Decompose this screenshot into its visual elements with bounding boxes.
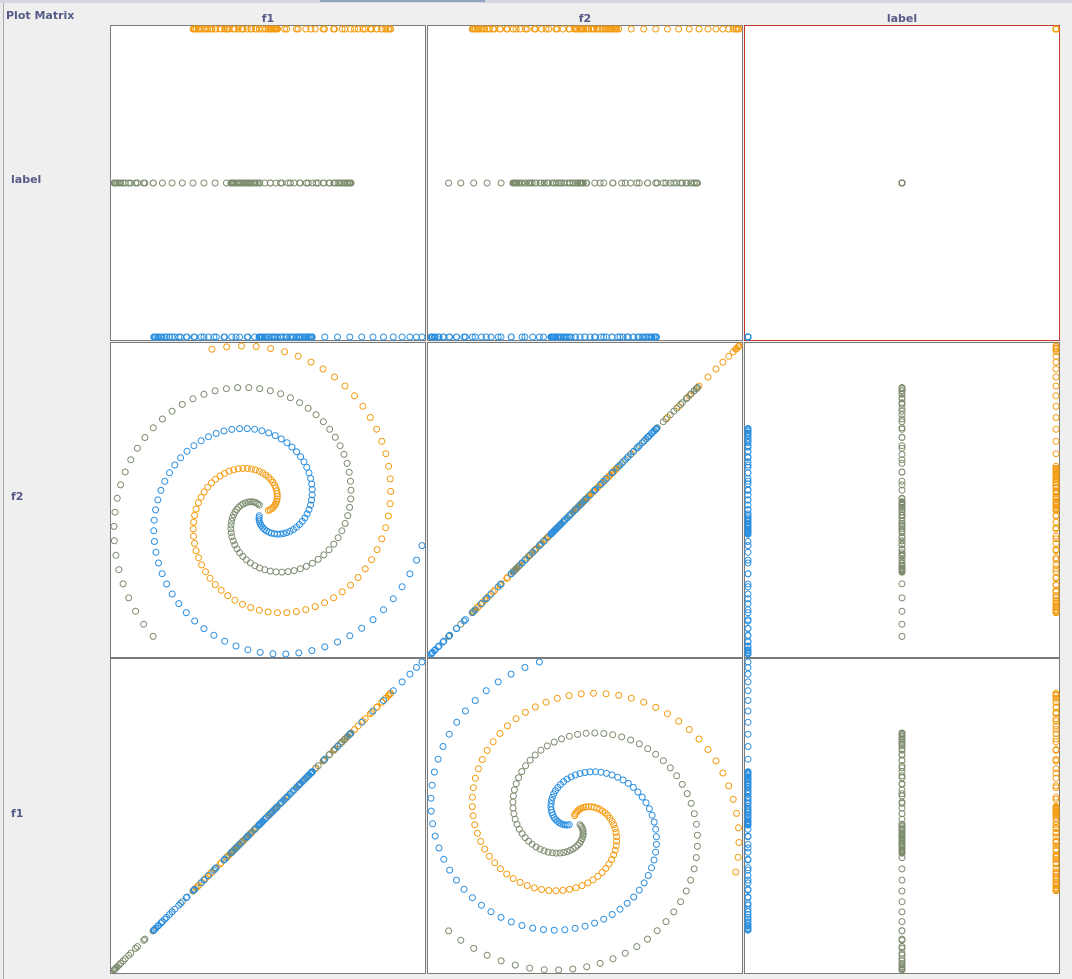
cell-f2-vs-f1[interactable] xyxy=(110,342,426,658)
cell-f1-vs-f2[interactable] xyxy=(427,658,743,974)
cell-frame[interactable] xyxy=(427,658,743,974)
cell-label-vs-f1[interactable] xyxy=(110,25,426,341)
cell-f2-vs-label[interactable] xyxy=(744,342,1060,658)
cell-label-vs-f2[interactable] xyxy=(427,25,743,341)
cell-f1-vs-label[interactable] xyxy=(744,658,1060,974)
scatter-matrix[interactable] xyxy=(0,0,1072,979)
cell-f2-vs-f2[interactable] xyxy=(427,342,743,658)
cell-f1-vs-f1[interactable] xyxy=(110,658,426,974)
cell-frame[interactable] xyxy=(110,342,426,658)
cell-frame[interactable] xyxy=(744,25,1060,341)
cell-label-vs-label[interactable] xyxy=(744,25,1060,341)
